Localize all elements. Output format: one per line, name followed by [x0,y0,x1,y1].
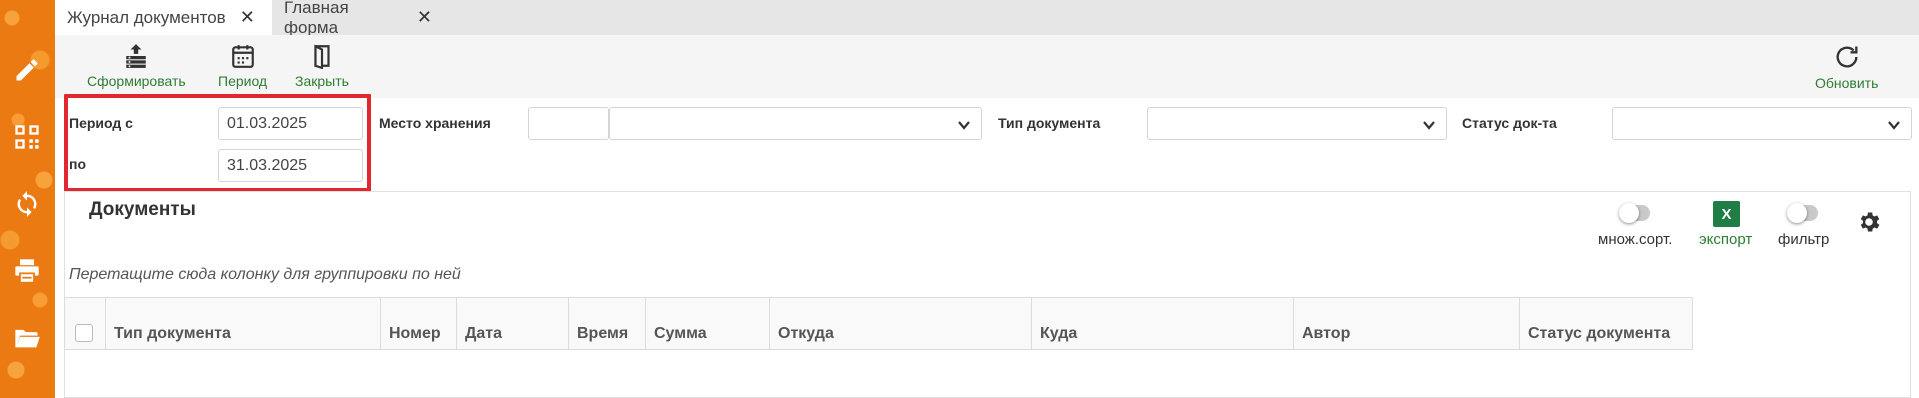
calendar-icon [231,45,254,68]
group-hint: Перетащите сюда колонку для группировки … [69,266,461,283]
select-column [65,298,106,349]
gear-icon[interactable] [1856,209,1882,235]
documents-panel [64,191,1911,398]
print-icon[interactable] [10,254,44,288]
doc-status-label: Статус док-та [1462,115,1557,131]
panel-title: Документы [89,199,196,220]
select-all-checkbox[interactable] [75,324,93,342]
doc-type-label: Тип документа [998,115,1101,131]
qr-code-icon[interactable] [10,120,44,154]
toolbar: Сформировать Период Закрыть Обновить [55,35,1919,98]
column-header[interactable]: Сумма [646,298,770,349]
column-header[interactable]: Откуда [770,298,1032,349]
close-icon[interactable]: ✕ [240,7,255,28]
storage-code-field[interactable] [528,107,609,140]
tab-label: Журнал документов [67,7,226,27]
pencil-icon[interactable] [10,53,44,87]
refresh-button[interactable]: Обновить [1815,43,1878,91]
highlight-box [64,94,371,192]
column-header[interactable]: Номер [381,298,457,349]
close-icon[interactable]: ✕ [417,7,432,28]
doc-type-select[interactable] [1147,107,1447,140]
close-button[interactable]: Закрыть [295,43,349,89]
side-rail [0,0,55,398]
form-label: Сформировать [87,73,186,89]
column-header[interactable]: Статус документа [1520,298,1692,349]
tab-bar: Журнал документов ✕ Главная форма ✕ [55,0,1919,37]
doc-status-select[interactable] [1612,107,1912,140]
column-header[interactable]: Куда [1032,298,1294,349]
chevron-down-icon [958,121,970,130]
refresh-icon [1836,46,1858,68]
period-button[interactable]: Период [218,43,267,89]
filter-label: фильтр [1778,231,1830,248]
sync-icon[interactable] [10,187,44,221]
excel-icon[interactable]: X [1713,201,1740,227]
multisort-label: множ.сорт. [1598,231,1673,248]
upload-stack-icon [126,44,147,68]
column-header[interactable]: Дата [457,298,569,349]
column-header[interactable]: Тип документа [106,298,381,349]
column-header[interactable]: Автор [1294,298,1520,349]
multisort-toggle[interactable] [1619,203,1650,223]
tab-main-form[interactable]: Главная форма ✕ [272,0,444,37]
door-icon [314,44,330,69]
storage-select[interactable] [609,107,982,140]
tab-documents-journal[interactable]: Журнал документов ✕ [55,0,272,35]
chevron-down-icon [1888,121,1900,130]
filter-toggle[interactable] [1787,203,1818,223]
form-button[interactable]: Сформировать [87,43,186,89]
folder-icon[interactable] [10,321,44,355]
table-header: Тип документа Номер Дата Время Сумма Отк… [64,297,1693,350]
storage-label: Место хранения [379,115,491,131]
chevron-down-icon [1423,121,1435,130]
export-label[interactable]: экспорт [1699,231,1752,248]
column-header[interactable]: Время [569,298,646,349]
close-label: Закрыть [295,73,349,89]
tab-label: Главная форма [284,0,349,37]
period-label: Период [218,73,268,89]
refresh-label: Обновить [1815,75,1879,91]
excel-glyph: X [1721,205,1732,223]
